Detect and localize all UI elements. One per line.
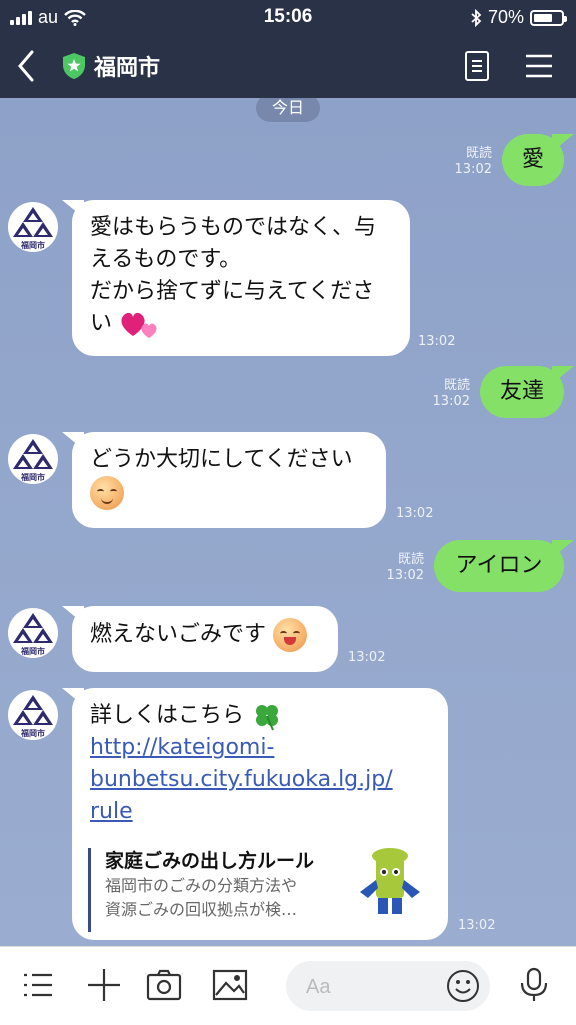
url-line: rule: [90, 799, 133, 824]
message-text: 詳しくはこちら: [90, 703, 245, 728]
message-time: 13:02: [458, 918, 496, 933]
hamburger-menu-icon[interactable]: [524, 52, 554, 80]
message-text: アイロン: [455, 553, 543, 578]
url-link[interactable]: http://kateigomi- bunbetsu.city.fukuoka.…: [90, 732, 430, 828]
message-text: 燃えないごみです: [90, 622, 267, 647]
message-line: だから捨てずに与えてくださ: [90, 279, 375, 304]
battery-icon: [530, 9, 567, 26]
url-line: bunbetsu.city.fukuoka.lg.jp/: [90, 767, 393, 792]
microphone-icon[interactable]: [516, 967, 552, 1003]
smiling-face-emoji-icon: [90, 476, 124, 510]
grinning-face-emoji-icon: [273, 618, 308, 652]
message-input-bar: [0, 946, 576, 1025]
camera-icon[interactable]: [146, 967, 182, 1003]
chat-area[interactable]: 今日 既読 13:02 愛 福岡市 愛はもらうものではなく、与 えるものです。 …: [0, 98, 576, 946]
pink-hearts-emoji-icon: [121, 312, 157, 338]
read-receipt: 既読: [465, 146, 492, 161]
message-time: 13:02: [396, 506, 434, 521]
avatar[interactable]: 福岡市: [8, 690, 58, 740]
avatar-label: 福岡市: [20, 240, 45, 250]
avatar-label: 福岡市: [20, 728, 45, 738]
avatar[interactable]: 福岡市: [8, 608, 58, 658]
message-time: 13:02: [418, 334, 456, 349]
url-line: http://kateigomi-: [90, 735, 275, 760]
verified-shield-icon: [63, 53, 85, 79]
avatar-label: 福岡市: [20, 472, 45, 482]
date-separator: 今日: [256, 98, 320, 122]
message-time: 13:02: [348, 650, 386, 665]
list-menu-icon[interactable]: [20, 967, 56, 1003]
message-time: 13:02: [454, 162, 492, 177]
message-meta: 既読 13:02: [440, 146, 492, 178]
status-bar: au 15:06 70%: [0, 0, 576, 34]
incoming-bubble[interactable]: 詳しくはこちら http://kateigomi- bunbetsu.city.…: [72, 688, 448, 940]
fukuoka-city-emblem-icon: 福岡市: [13, 207, 53, 250]
fukuoka-city-emblem-icon: 福岡市: [13, 695, 53, 738]
message-time: 13:02: [432, 394, 470, 409]
chat-title: 福岡市: [94, 56, 161, 81]
avatar[interactable]: 福岡市: [8, 202, 58, 252]
outgoing-bubble[interactable]: 友達: [480, 366, 564, 418]
message-text: 愛: [521, 147, 544, 172]
message-text: どうか大切にしてください: [90, 447, 353, 472]
back-arrow-icon[interactable]: [12, 48, 42, 84]
incoming-bubble[interactable]: 燃えないごみです: [72, 606, 338, 672]
read-receipt: 既読: [397, 552, 424, 567]
message-text: 友達: [499, 379, 544, 404]
outgoing-bubble[interactable]: 愛: [502, 134, 564, 186]
battery-percent: 70%: [487, 7, 524, 27]
emoji-icon[interactable]: [446, 969, 480, 1003]
bluetooth-icon: [471, 8, 482, 27]
avatar-label: 福岡市: [20, 646, 45, 656]
mascot-thumbnail: [360, 848, 420, 914]
message-meta: 既読 13:02: [372, 552, 424, 584]
notes-icon[interactable]: [462, 50, 492, 82]
avatar[interactable]: 福岡市: [8, 434, 58, 484]
read-receipt: 既読: [443, 378, 470, 393]
fukuoka-city-emblem-icon: 福岡市: [13, 613, 53, 656]
fukuoka-city-emblem-icon: 福岡市: [13, 439, 53, 482]
message-line: 愛はもらうものではなく、与: [90, 215, 377, 240]
incoming-bubble[interactable]: 愛はもらうものではなく、与 えるものです。 だから捨てずに与えてくださ い: [72, 200, 410, 356]
message-line: えるものです。: [90, 247, 242, 272]
message-line: い: [90, 311, 113, 336]
image-icon[interactable]: [212, 967, 248, 1003]
message-input[interactable]: [304, 969, 438, 1005]
incoming-bubble[interactable]: どうか大切にしてください: [72, 432, 386, 528]
four-leaf-clover-emoji-icon: [256, 705, 279, 731]
battery-level-fill: [534, 13, 553, 22]
plus-icon[interactable]: [86, 967, 122, 1003]
status-right: 70%: [470, 7, 567, 28]
message-time: 13:02: [386, 568, 424, 583]
message-input-box[interactable]: [286, 961, 490, 1011]
outgoing-bubble[interactable]: アイロン: [434, 540, 564, 592]
message-meta: 既読 13:02: [418, 378, 470, 410]
chat-header: 福岡市: [0, 34, 576, 98]
